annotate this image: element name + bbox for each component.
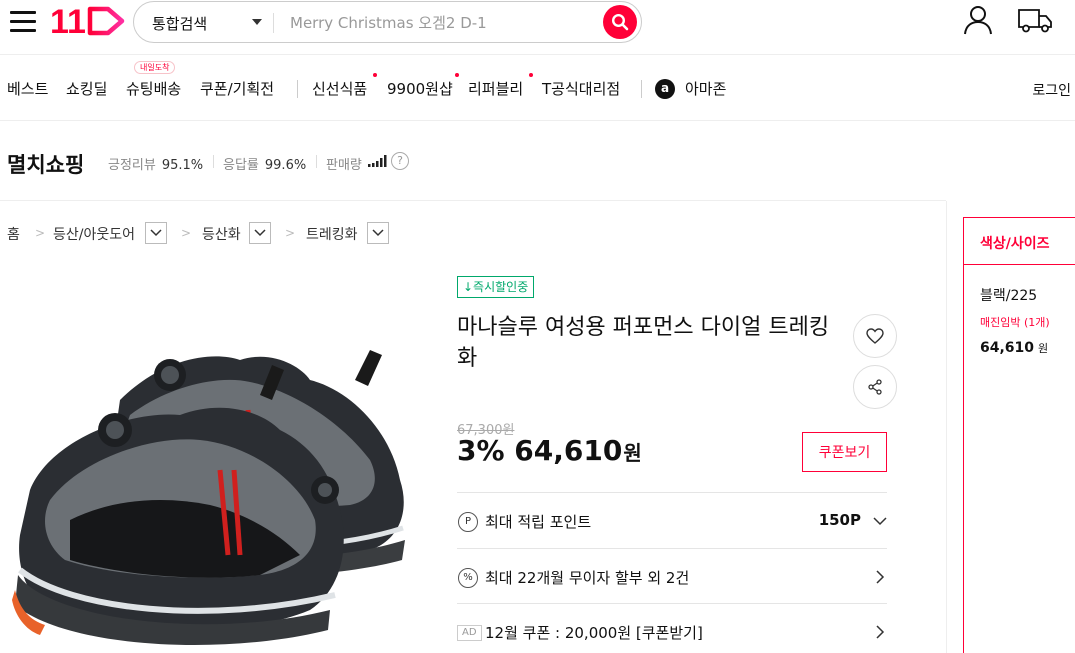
nav-item-coupon[interactable]: 쿠폰/기획전 (200, 78, 274, 99)
search-category-select[interactable]: 통합검색 (152, 13, 207, 34)
new-dot (455, 73, 459, 77)
chevron-down-icon (254, 229, 266, 237)
ad-badge: AD (457, 625, 482, 641)
option-header[interactable]: 색상/사이즈 (964, 218, 1075, 265)
login-link[interactable]: 로그인 (1032, 80, 1071, 100)
seller-name[interactable]: 멸치쇼핑 (7, 149, 84, 179)
nav-item-t-official[interactable]: T공식대리점 (542, 78, 620, 99)
currency-unit: 원 (623, 441, 642, 465)
seller-info: 멸치쇼핑 긍정리뷰 95.1% 응답률 99.6% 판매량 ? (0, 121, 946, 201)
stat-value: 95.1% (161, 158, 204, 173)
nav-divider (297, 80, 298, 98)
chevron-right-icon: > (181, 226, 192, 240)
logo-text: 11 (50, 4, 86, 38)
chevron-down-icon (150, 229, 162, 237)
nav-item-amazon[interactable]: 아마존 (685, 78, 726, 99)
search-button[interactable] (603, 5, 637, 39)
product-title: 마나슬루 여성용 퍼포먼스 다이얼 트레킹화 (457, 315, 830, 371)
nav-divider (641, 80, 642, 98)
benefit-text: 최대 적립 포인트 (485, 513, 592, 531)
menu-icon[interactable] (10, 8, 36, 34)
benefit-value: 150P (818, 511, 861, 529)
chevron-right-icon[interactable] (873, 569, 887, 585)
positive-review-stat: 긍정리뷰 95.1% (108, 154, 203, 173)
sales-volume-label: 판매량 (326, 158, 362, 173)
percent-icon: % (458, 568, 478, 588)
chevron-right-icon[interactable] (873, 624, 887, 640)
option-panel: 색상/사이즈 블랙/225 매진임박 (1개) 64,610 원 (963, 217, 1075, 653)
point-icon: P (458, 512, 478, 532)
amazon-logo-icon[interactable]: a (655, 79, 675, 99)
nav-item-shooting-delivery[interactable]: 슈팅배송 (126, 78, 181, 99)
main-nav: 베스트 쇼킹딜 내일도착 슈팅배송 쿠폰/기획전 신선식품 9900원샵 리퍼블… (0, 54, 1075, 121)
share-icon (868, 379, 882, 395)
discount-rate: 3% (457, 434, 505, 467)
nav-item-best[interactable]: 베스트 (7, 78, 48, 99)
stat-divider (316, 155, 317, 168)
chevron-down-icon[interactable] (873, 513, 887, 529)
wishlist-button[interactable] (853, 314, 897, 358)
chevron-right-icon: > (285, 226, 296, 240)
benefit-text: 최대 22개월 무이자 할부 외 2건 (485, 569, 690, 587)
view-coupon-button[interactable]: 쿠폰보기 (802, 432, 887, 472)
instant-discount-badge: ↓즉시할인중 (457, 276, 535, 298)
share-button[interactable] (853, 365, 897, 409)
breadcrumb-hiking-shoes[interactable]: 등산화 (202, 224, 241, 244)
response-rate-stat: 응답률 99.6% (223, 154, 306, 173)
stock-warning: 매진임박 (1개) (980, 316, 1050, 329)
breadcrumb-home[interactable]: 홈 (7, 224, 20, 244)
heart-icon (866, 328, 884, 344)
stat-label: 긍정리뷰 (108, 158, 156, 173)
currency-unit: 원 (1038, 342, 1049, 355)
breadcrumb-dropdown-hiking-shoes[interactable] (249, 222, 271, 244)
breadcrumb-outdoor[interactable]: 등산/아웃도어 (53, 224, 135, 244)
search-divider (273, 13, 274, 33)
sales-bars-icon (368, 155, 387, 167)
search-bar: 통합검색 (133, 1, 642, 43)
benefit-row-installment[interactable]: % 최대 22개월 무이자 할부 외 2건 (457, 548, 887, 603)
column-divider (946, 201, 947, 653)
caret-down-icon[interactable] (252, 19, 262, 25)
breadcrumb-dropdown-trekking-shoes[interactable] (367, 222, 389, 244)
search-input[interactable] (290, 11, 590, 35)
breadcrumb-trekking-shoes[interactable]: 트레킹화 (306, 224, 358, 244)
delivery-truck-icon[interactable] (1018, 6, 1052, 34)
11st-logo[interactable]: 11 (50, 4, 126, 38)
option-header-label: 색상/사이즈 (980, 236, 1050, 252)
sale-price-line: 3% 64,610원 (457, 434, 642, 467)
chevron-right-icon: > (35, 226, 46, 240)
stat-label: 응답률 (223, 158, 259, 173)
search-icon (611, 13, 629, 31)
selected-option-name[interactable]: 블랙/225 (980, 285, 1037, 305)
user-icon[interactable] (962, 4, 994, 36)
option-price: 64,610 원 (980, 340, 1048, 356)
new-dot (529, 73, 533, 77)
help-icon[interactable]: ? (391, 152, 409, 170)
nav-item-fresh-food[interactable]: 신선식품 (312, 78, 367, 99)
nav-item-9900-shop[interactable]: 9900원샵 (387, 78, 453, 99)
benefit-row-points[interactable]: P 최대 적립 포인트 150P (457, 492, 887, 547)
stat-divider (213, 155, 214, 168)
product-image[interactable] (10, 320, 430, 650)
breadcrumb-dropdown-outdoor[interactable] (145, 222, 167, 244)
next-day-badge: 내일도착 (134, 61, 176, 74)
benefit-row-coupon[interactable]: AD 12월 쿠폰 : 20,000원 [쿠폰받기] (457, 603, 887, 653)
option-price-value: 64,610 (980, 340, 1035, 356)
new-dot (373, 73, 377, 77)
nav-item-refurbly[interactable]: 리퍼블리 (468, 78, 523, 99)
nav-item-shocking-deal[interactable]: 쇼킹딜 (66, 78, 107, 99)
sale-price: 64,610 (514, 434, 623, 467)
stat-value: 99.6% (264, 158, 307, 173)
benefit-text: 12월 쿠폰 : 20,000원 [쿠폰받기] (485, 624, 703, 642)
chevron-down-icon (372, 229, 384, 237)
